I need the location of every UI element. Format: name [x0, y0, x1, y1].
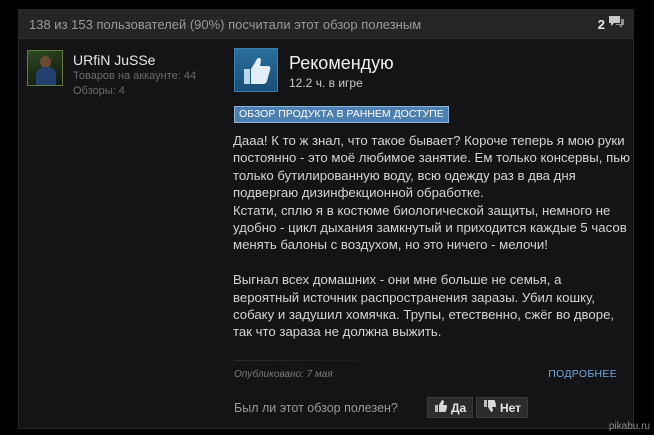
helpful-question: Был ли этот обзор полезен? — [234, 401, 398, 415]
read-more-link[interactable]: ПОДРОБНЕЕ — [548, 368, 617, 380]
verdict-title: Рекомендую — [289, 53, 394, 73]
review-line: так что зараза не должна выжить. — [233, 324, 442, 340]
thumbs-up-icon — [434, 400, 447, 415]
comments-link[interactable]: 2 — [598, 15, 625, 34]
early-access-badge: ОБЗОР ПРОДУКТА В РАННЕМ ДОСТУПЕ — [234, 106, 449, 123]
review-line: Кстати, сплю я в костюме биологической з… — [233, 202, 611, 218]
review-text: Дааа! К то ж знал, что такое бывает? Кор… — [233, 132, 631, 341]
author-name[interactable]: URfiN JuSSe — [73, 52, 155, 68]
review-line: только бутилированную воду, всю одежду р… — [233, 167, 576, 183]
comment-count: 2 — [597, 17, 605, 32]
comment-bubble-icon — [608, 15, 625, 34]
divider — [234, 360, 414, 361]
vote-no-label: Нет — [500, 400, 522, 415]
review-line: удобно - цикл дыхания замкнутый и приход… — [233, 219, 627, 235]
author-reviews[interactable]: Обзоры: 4 — [73, 85, 125, 97]
review-line: Дааа! К то ж знал, что такое бывает? Кор… — [233, 133, 625, 148]
thumbs-up-icon — [234, 48, 278, 92]
review-line: подвергаю дизинфекционной обработке. — [233, 185, 484, 201]
watermark: pikabu.ru — [608, 421, 650, 432]
thumbs-down-icon — [483, 400, 496, 415]
author-products[interactable]: Товаров на аккаунте: 44 — [73, 70, 196, 82]
vote-no-button[interactable]: Нет — [476, 397, 529, 418]
review-line: постоянно - это моё любимое занятие. Ем … — [233, 150, 631, 166]
review-line: вероятный источник распространения зараз… — [233, 289, 595, 305]
posted-date: Опубликовано: 7 мая — [234, 369, 333, 380]
review-header: 138 из 153 пользователей (90%) посчитали… — [19, 10, 633, 39]
review-card: 138 из 153 пользователей (90%) посчитали… — [18, 9, 634, 429]
review-line — [233, 254, 628, 271]
vote-yes-label: Да — [451, 400, 467, 415]
helpful-summary: 138 из 153 пользователей (90%) посчитали… — [29, 17, 422, 32]
vote-yes-button[interactable]: Да — [427, 397, 474, 418]
review-line: Выгнал всех домашних - они мне больше не… — [233, 272, 562, 288]
hours-played: 12.2 ч. в игре — [289, 76, 363, 90]
review-line: менять балоны с воздухом, но это ничего … — [233, 237, 548, 253]
review-line: собаку и задушил хомячка. Трупы, етестве… — [233, 306, 615, 322]
avatar[interactable] — [27, 50, 63, 86]
